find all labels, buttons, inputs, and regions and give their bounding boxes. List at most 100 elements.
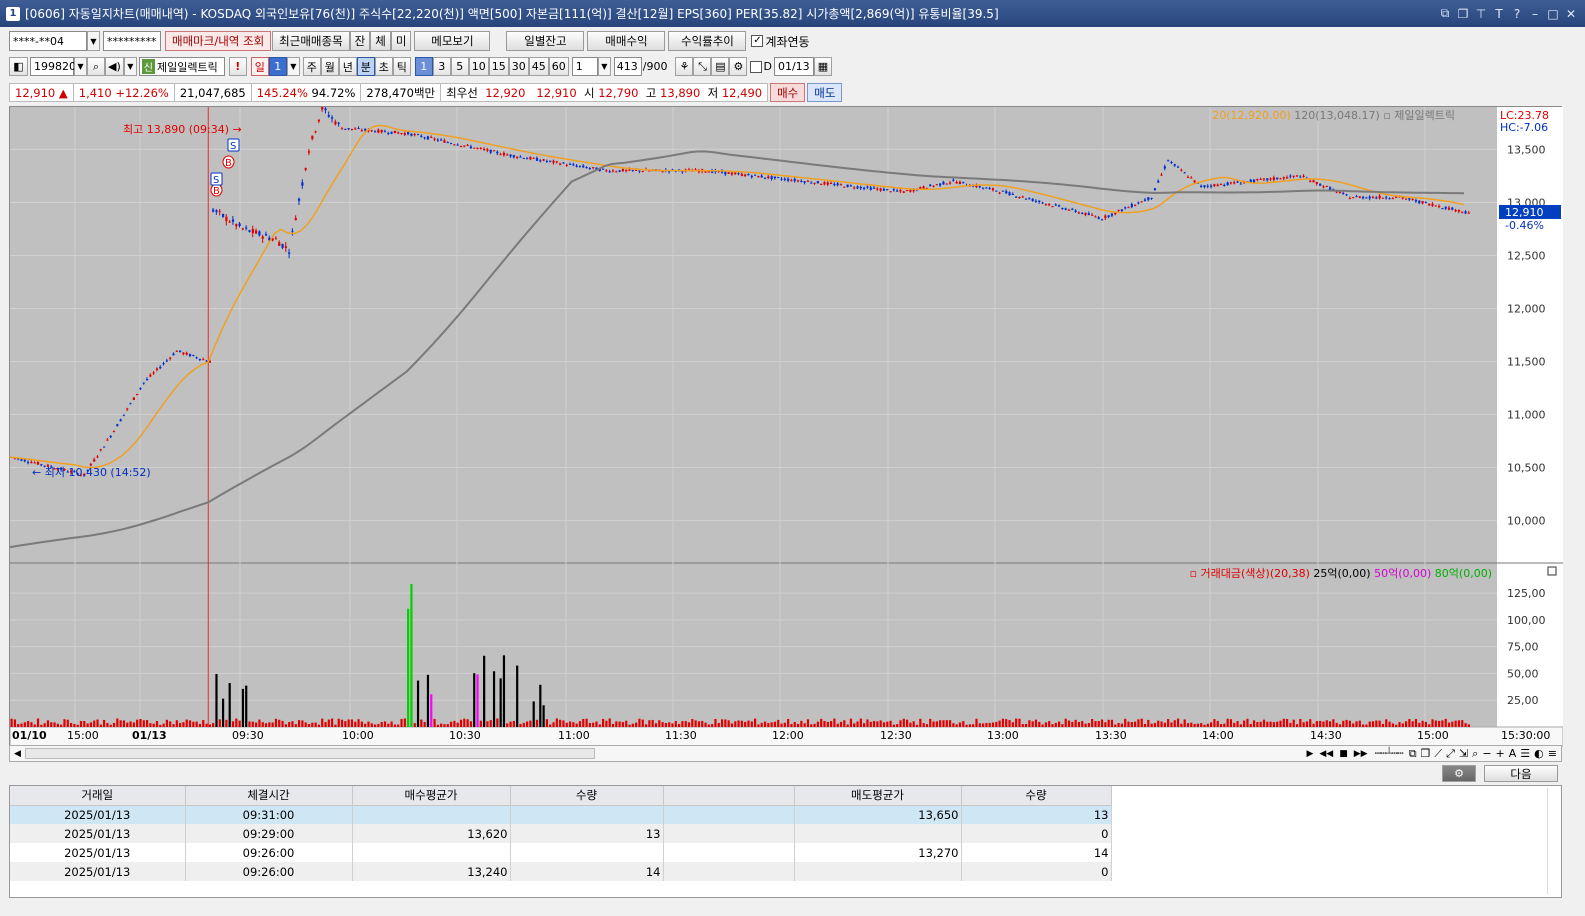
table-row[interactable]: 2025/01/13 09:31:00 13,650 13: [10, 805, 1112, 824]
chart-area[interactable]: 01/10 15:00 01/13 09:30 10:00 10:30 11:00 11:30…: [9, 103, 1564, 748]
account-dropdown-icon[interactable]: ▼: [87, 31, 100, 51]
play-icon[interactable]: ▶▶: [1354, 749, 1368, 759]
executed-button[interactable]: 체: [370, 31, 391, 51]
volume-bar: [83, 720, 86, 727]
volume-bar: [334, 724, 337, 727]
indicator-icon[interactable]: ⚘: [675, 57, 694, 76]
return-trend-button[interactable]: 수익률추이: [668, 31, 747, 51]
interval-45-button[interactable]: 45: [528, 57, 549, 76]
unfilled-button[interactable]: 미: [390, 31, 412, 51]
tool-palette-icon[interactable]: ◐: [1534, 747, 1544, 760]
tool-window-icon[interactable]: ❐: [1421, 747, 1431, 760]
column-header[interactable]: 체결시간: [185, 786, 353, 806]
copy-window-icon[interactable]: ❐: [1455, 7, 1471, 21]
tool-list-icon[interactable]: ☰: [1520, 747, 1530, 760]
interval-30-button[interactable]: 30: [508, 57, 529, 76]
period-month-button[interactable]: 월: [320, 57, 339, 76]
minimize-icon[interactable]: –: [1527, 7, 1543, 21]
rewind-icon[interactable]: ◀◀: [1319, 749, 1333, 759]
candle: [532, 157, 535, 159]
count-dropdown-icon[interactable]: ▼: [597, 57, 611, 76]
period-dropdown-icon[interactable]: ▼: [286, 57, 300, 76]
speaker-icon[interactable]: ◀): [105, 57, 124, 76]
tool-ray-icon[interactable]: ⇲: [1459, 747, 1468, 760]
mark-query-tab[interactable]: 매매마크/내역 조회: [165, 31, 272, 51]
scrollbar-thumb[interactable]: [24, 748, 595, 759]
help-icon[interactable]: ?: [1509, 7, 1525, 21]
table-row[interactable]: 2025/01/13 09:29:00 13,620 13 0: [10, 824, 1112, 843]
tool-menu-icon[interactable]: ≡: [1548, 747, 1557, 760]
table-row[interactable]: 2025/01/13 09:26:00 13,270 14: [10, 843, 1112, 862]
search-icon[interactable]: ⌕: [87, 57, 105, 76]
grid-settings-icon[interactable]: ⚙: [1442, 765, 1476, 782]
tool-zoom-icon[interactable]: ⌕: [1472, 747, 1478, 761]
interval-5-button[interactable]: 5: [450, 57, 469, 76]
pin-icon[interactable]: ⊤: [1473, 7, 1489, 21]
balance-button[interactable]: 잔: [349, 31, 371, 51]
bars-field[interactable]: 413: [613, 57, 642, 76]
account-link-checkbox[interactable]: ✓: [751, 35, 764, 47]
date-checkbox[interactable]: [750, 60, 763, 73]
speaker-dropdown-icon[interactable]: ▼: [123, 57, 137, 76]
candle: [757, 175, 760, 178]
interval-60-button[interactable]: 60: [548, 57, 569, 76]
tool-plus-icon[interactable]: +: [1496, 747, 1505, 760]
account-field[interactable]: ****-**04: [9, 31, 87, 51]
interval-10-button[interactable]: 10: [468, 57, 489, 76]
price-volume-chart[interactable]: 01/10 15:00 01/13 09:30 10:00 10:30 11:00 11:30…: [9, 103, 1564, 748]
code-dropdown-icon[interactable]: ▼: [74, 57, 87, 76]
tool-copy-icon[interactable]: ⧉: [1409, 747, 1417, 761]
settings-gear-icon[interactable]: ⚙: [729, 57, 748, 76]
interval-count-field[interactable]: 1: [571, 57, 598, 76]
candle: [1120, 209, 1123, 212]
candle: [449, 143, 453, 145]
period-day-button[interactable]: 일: [250, 57, 269, 76]
panel-toggle-icon[interactable]: ◧: [9, 57, 28, 76]
period-second-button[interactable]: 초: [374, 57, 393, 76]
tool-fib-icon[interactable]: ⤢: [1446, 747, 1455, 761]
maximize-icon[interactable]: □: [1545, 7, 1561, 21]
zoom-slider-icon[interactable]: ┅┅┴┅┅: [1375, 747, 1404, 760]
column-header[interactable]: 매도평균가: [794, 786, 962, 806]
interval-15-button[interactable]: 15: [488, 57, 509, 76]
buy-button[interactable]: 매수: [770, 83, 806, 102]
drawing-icon[interactable]: ⤡: [693, 57, 712, 76]
column-header[interactable]: 수량: [510, 786, 664, 806]
period-year-button[interactable]: 년: [338, 57, 357, 76]
table-row[interactable]: 2025/01/13 09:26:00 13,240 14 0: [10, 862, 1112, 881]
tool-minus-icon[interactable]: −: [1482, 747, 1491, 760]
sell-button[interactable]: 매도: [807, 83, 843, 102]
next-button[interactable]: 다음: [1484, 765, 1558, 782]
column-header[interactable]: 수량: [961, 786, 1112, 806]
daily-balance-button[interactable]: 일별잔고: [506, 31, 585, 51]
interval-3-button[interactable]: 3: [432, 57, 451, 76]
trade-profit-button[interactable]: 매매수익: [587, 31, 666, 51]
text-icon[interactable]: T: [1491, 7, 1507, 21]
scroll-left-icon[interactable]: ◀: [14, 749, 21, 759]
column-header[interactable]: 거래일: [10, 786, 186, 806]
layout-icon[interactable]: ⧉: [1437, 6, 1453, 21]
period-tick-button[interactable]: 틱: [392, 57, 411, 76]
calendar-icon[interactable]: ▦: [813, 57, 832, 76]
close-icon[interactable]: ✕: [1563, 7, 1579, 21]
stock-code-field[interactable]: 199820: [30, 57, 76, 76]
save-icon[interactable]: ▤: [711, 57, 730, 76]
memo-button[interactable]: 메모보기: [414, 31, 491, 51]
stock-name-field[interactable]: 신 제일일렉트릭: [138, 57, 225, 76]
volume-bar: [129, 721, 132, 727]
recent-stocks-tab[interactable]: 최근매매종목: [272, 31, 350, 51]
interval-1-button[interactable]: 1: [414, 57, 433, 76]
alert-button[interactable]: !: [228, 57, 247, 76]
password-field[interactable]: *********: [103, 31, 161, 51]
column-header[interactable]: 매수평균가: [352, 786, 511, 806]
period-minute-button[interactable]: 분: [356, 57, 375, 76]
date-field[interactable]: 01/13: [773, 57, 814, 76]
tool-text-icon[interactable]: A: [1509, 747, 1517, 760]
grid-scrollbar[interactable]: [1547, 788, 1557, 894]
scroll-right-icon[interactable]: ▶: [1306, 749, 1313, 759]
tool-line-icon[interactable]: ⟋: [1434, 747, 1442, 761]
period-week-button[interactable]: 주: [302, 57, 321, 76]
period-num-button[interactable]: 1: [268, 57, 287, 76]
column-header[interactable]: [663, 786, 795, 806]
stop-icon[interactable]: ■: [1339, 749, 1348, 759]
